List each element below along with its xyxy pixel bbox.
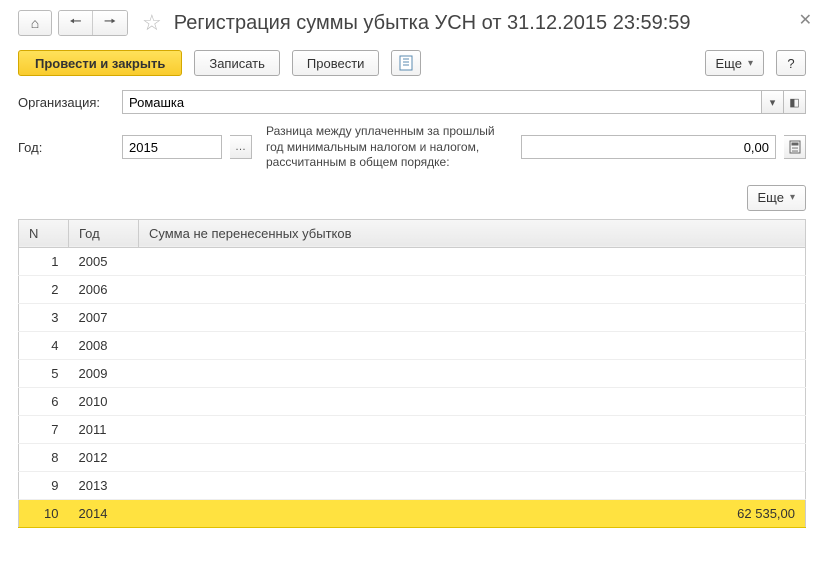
cell-n: 7 xyxy=(19,415,69,443)
back-button[interactable]: 🠔 xyxy=(59,11,93,35)
org-label: Организация: xyxy=(18,95,114,110)
cell-n: 9 xyxy=(19,471,69,499)
cell-n: 10 xyxy=(19,499,69,527)
table-row[interactable]: 32007 xyxy=(19,303,806,331)
diff-input[interactable] xyxy=(521,135,776,159)
table-row[interactable]: 12005 xyxy=(19,247,806,275)
save-button[interactable]: Записать xyxy=(194,50,280,76)
calculator-icon xyxy=(789,140,801,154)
home-icon: ⌂ xyxy=(31,15,39,31)
cell-sum xyxy=(139,387,806,415)
cell-sum xyxy=(139,275,806,303)
table-row[interactable]: 52009 xyxy=(19,359,806,387)
cell-sum xyxy=(139,415,806,443)
favorite-icon[interactable]: ☆ xyxy=(142,10,162,36)
losses-table: N Год Сумма не перенесенных убытков 1200… xyxy=(18,219,806,528)
page-title: Регистрация суммы убытка УСН от 31.12.20… xyxy=(174,12,691,35)
table-row[interactable]: 92013 xyxy=(19,471,806,499)
diff-label: Разница между уплаченным за прошлый год … xyxy=(260,124,513,171)
table-row[interactable]: 22006 xyxy=(19,275,806,303)
table-more-button[interactable]: Еще xyxy=(747,185,806,211)
cell-year: 2008 xyxy=(69,331,139,359)
forward-button[interactable]: 🠖 xyxy=(93,11,127,35)
col-year[interactable]: Год xyxy=(69,219,139,247)
org-input[interactable] xyxy=(122,90,762,114)
cell-year: 2012 xyxy=(69,443,139,471)
help-button[interactable]: ? xyxy=(776,50,806,76)
cell-year: 2005 xyxy=(69,247,139,275)
year-label: Год: xyxy=(18,140,114,155)
cell-year: 2007 xyxy=(69,303,139,331)
nav-history: 🠔 🠖 xyxy=(58,10,128,36)
cell-n: 8 xyxy=(19,443,69,471)
close-icon[interactable]: ✕ xyxy=(799,10,812,30)
cell-sum xyxy=(139,359,806,387)
cell-sum: 62 535,00 xyxy=(139,499,806,527)
report-button[interactable] xyxy=(391,50,421,76)
calc-button[interactable] xyxy=(784,135,806,159)
cell-n: 2 xyxy=(19,275,69,303)
year-input[interactable] xyxy=(122,135,222,159)
col-sum[interactable]: Сумма не перенесенных убытков xyxy=(139,219,806,247)
post-button[interactable]: Провести xyxy=(292,50,380,76)
table-row[interactable]: 82012 xyxy=(19,443,806,471)
cell-year: 2014 xyxy=(69,499,139,527)
cell-n: 1 xyxy=(19,247,69,275)
cell-sum xyxy=(139,471,806,499)
table-row[interactable]: 72011 xyxy=(19,415,806,443)
report-icon xyxy=(399,55,413,71)
org-dropdown-button[interactable]: ▾ xyxy=(762,90,784,114)
cell-year: 2009 xyxy=(69,359,139,387)
more-button[interactable]: Еще xyxy=(705,50,764,76)
org-open-button[interactable]: ◧ xyxy=(784,90,806,114)
year-select-button[interactable]: … xyxy=(230,135,252,159)
post-and-close-button[interactable]: Провести и закрыть xyxy=(18,50,182,76)
cell-year: 2011 xyxy=(69,415,139,443)
cell-year: 2013 xyxy=(69,471,139,499)
table-row[interactable]: 42008 xyxy=(19,331,806,359)
cell-n: 3 xyxy=(19,303,69,331)
home-button[interactable]: ⌂ xyxy=(18,10,52,36)
cell-year: 2010 xyxy=(69,387,139,415)
col-n[interactable]: N xyxy=(19,219,69,247)
cell-sum xyxy=(139,247,806,275)
cell-n: 6 xyxy=(19,387,69,415)
cell-sum xyxy=(139,443,806,471)
table-row[interactable]: 62010 xyxy=(19,387,806,415)
cell-sum xyxy=(139,303,806,331)
cell-year: 2006 xyxy=(69,275,139,303)
cell-n: 5 xyxy=(19,359,69,387)
cell-n: 4 xyxy=(19,331,69,359)
table-row[interactable]: 10201462 535,00 xyxy=(19,499,806,527)
cell-sum xyxy=(139,331,806,359)
